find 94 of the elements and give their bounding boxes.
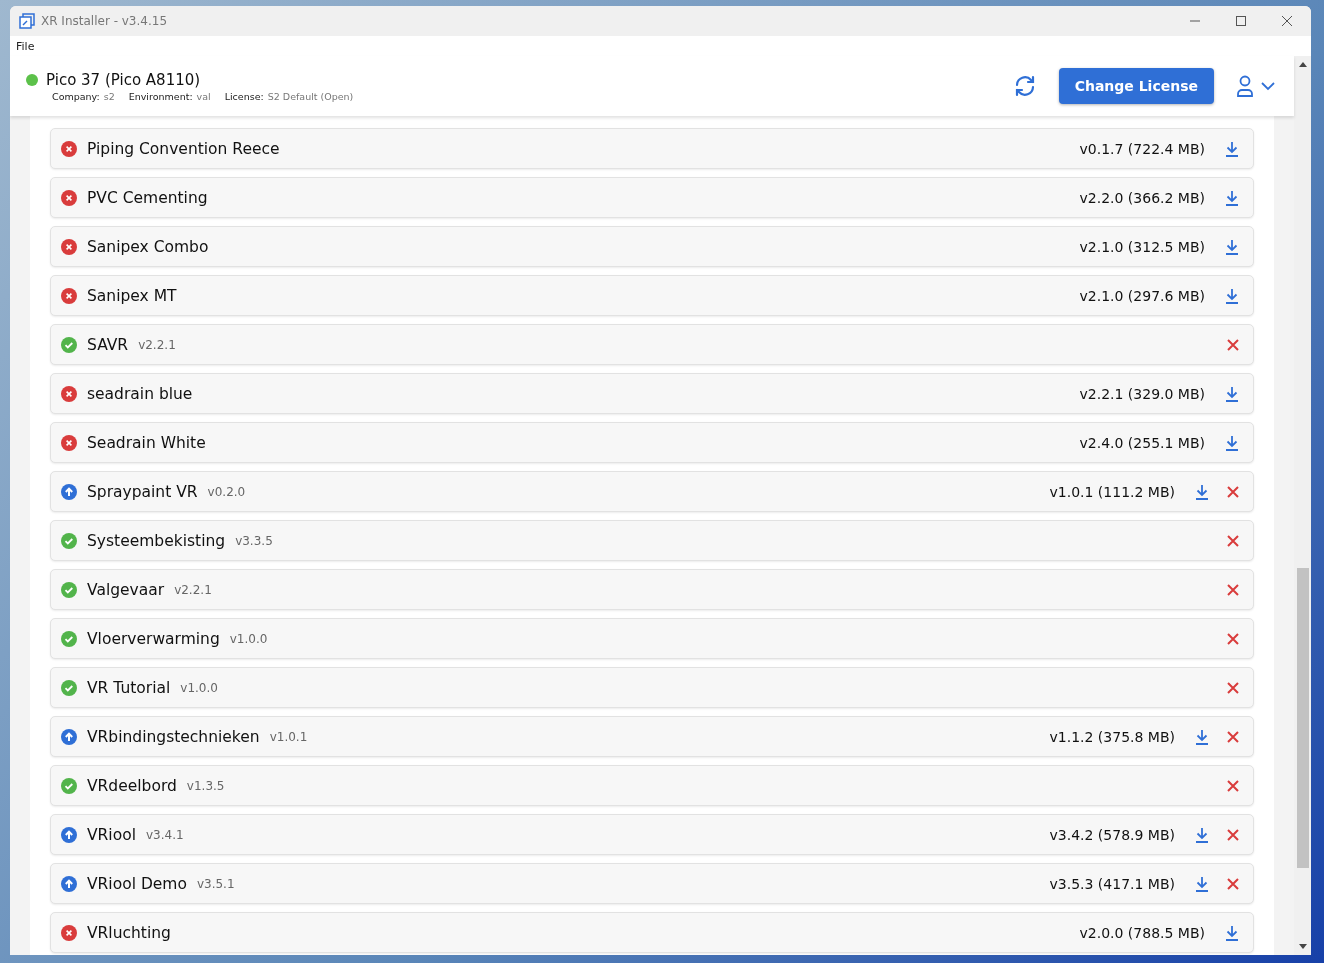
check-circle-icon (61, 532, 77, 549)
check-circle-icon (61, 777, 77, 794)
download-icon[interactable] (1195, 826, 1209, 843)
x-circle-icon (61, 238, 77, 255)
detail-label: License: (224, 90, 264, 102)
download-icon[interactable] (1225, 434, 1239, 451)
available-version: v1.0.1 (111.2 MB) (1049, 483, 1175, 500)
device-name: Pico 37 (Pico A8110) (46, 70, 201, 89)
available-version: v3.5.3 (417.1 MB) (1049, 875, 1175, 892)
app-name: VRluchting (87, 923, 171, 942)
app-name: Valgevaar (87, 580, 165, 599)
app-name: VRbindingstechnieken (87, 727, 260, 746)
scrollbar-thumb[interactable] (1296, 568, 1309, 868)
remove-icon[interactable] (1227, 534, 1239, 547)
x-circle-icon (61, 287, 77, 304)
available-version: v2.2.1 (329.0 MB) (1079, 385, 1205, 402)
maximize-icon[interactable] (1235, 15, 1247, 27)
available-version: v1.1.2 (375.8 MB) (1049, 728, 1175, 745)
available-version: v2.2.0 (366.2 MB) (1079, 189, 1205, 206)
check-circle-icon (61, 336, 77, 353)
check-circle-icon (61, 630, 77, 647)
app-name: SAVR (87, 335, 129, 354)
window-title: XR Installer - v3.4.15 (41, 14, 168, 28)
remove-icon[interactable] (1227, 632, 1239, 645)
available-version: v0.1.7 (722.4 MB) (1079, 140, 1205, 157)
detail-value: S2 Default (Open) (267, 90, 354, 102)
x-circle-icon (61, 434, 77, 451)
available-version: v2.1.0 (297.6 MB) (1079, 287, 1205, 304)
x-circle-icon (61, 189, 77, 206)
remove-icon[interactable] (1227, 779, 1239, 792)
detail-value: s2 (103, 90, 115, 102)
download-icon[interactable] (1225, 385, 1239, 402)
app-name: VRiool Demo (87, 874, 187, 893)
check-circle-icon (61, 581, 77, 598)
available-version: v2.4.0 (255.1 MB) (1079, 434, 1205, 451)
installed-version: v2.2.1 (174, 582, 212, 597)
remove-icon[interactable] (1227, 730, 1239, 743)
download-icon[interactable] (1195, 875, 1209, 892)
installed-version: v3.5.1 (196, 876, 235, 891)
detail-label: Company: (52, 90, 100, 102)
remove-icon[interactable] (1227, 877, 1239, 890)
close-icon[interactable] (1281, 15, 1293, 27)
app-name: Sanipex Combo (87, 237, 209, 256)
app-name: Spraypaint VR (87, 482, 198, 501)
download-icon[interactable] (1225, 924, 1239, 941)
installed-version: v1.0.0 (229, 631, 268, 646)
user-menu-icon[interactable] (1236, 75, 1278, 97)
scrollbar[interactable] (1294, 56, 1311, 955)
detail-value: val (196, 90, 211, 102)
installed-version: v1.0.0 (180, 680, 218, 695)
download-icon[interactable] (1225, 287, 1239, 304)
change-license-button[interactable]: Change License (1058, 68, 1214, 104)
download-icon[interactable] (1195, 483, 1209, 500)
app-name: Sanipex MT (87, 286, 177, 305)
installed-version: v2.2.1 (138, 337, 176, 352)
download-icon[interactable] (1195, 728, 1209, 745)
check-circle-icon (61, 679, 77, 696)
remove-icon[interactable] (1227, 828, 1239, 841)
installed-version: v1.0.1 (269, 729, 308, 744)
app-name: Seadrain White (87, 433, 206, 452)
available-version: v2.1.0 (312.5 MB) (1079, 238, 1205, 255)
download-icon[interactable] (1225, 189, 1239, 206)
app-name: VRiool (87, 825, 136, 844)
app-name: Piping Convention Reece (87, 139, 280, 158)
available-version: v2.0.0 (788.5 MB) (1079, 924, 1205, 941)
remove-icon[interactable] (1227, 338, 1239, 351)
x-circle-icon (61, 385, 77, 402)
app-logo-icon (19, 13, 35, 29)
installed-version: v1.3.5 (186, 778, 225, 793)
app-name: Vloerverwarming (87, 629, 220, 648)
app-name: seadrain blue (87, 384, 193, 403)
menu-item[interactable]: File (16, 39, 35, 53)
download-icon[interactable] (1225, 140, 1239, 157)
scroll-up-icon[interactable] (1298, 61, 1307, 67)
scroll-down-icon[interactable] (1298, 944, 1307, 950)
download-icon[interactable] (1225, 238, 1239, 255)
installed-version: v0.2.0 (207, 484, 246, 499)
app-name: VR Tutorial (87, 678, 171, 697)
remove-icon[interactable] (1227, 485, 1239, 498)
x-circle-icon (61, 924, 77, 941)
x-circle-icon (61, 140, 77, 157)
available-version: v3.4.2 (578.9 MB) (1049, 826, 1175, 843)
app-name: VRdeelbord (87, 776, 177, 795)
up-arrow-circle-icon (61, 875, 77, 892)
remove-icon[interactable] (1227, 583, 1239, 596)
installed-version: v3.4.1 (145, 827, 184, 842)
remove-icon[interactable] (1227, 681, 1239, 694)
detail-label: Environment: (128, 90, 193, 102)
installed-version: v3.3.5 (235, 533, 273, 548)
app-name: Systeembekisting (87, 531, 226, 550)
app-name: PVC Cementing (87, 188, 208, 207)
up-arrow-circle-icon (61, 728, 77, 745)
up-arrow-circle-icon (61, 826, 77, 843)
up-arrow-circle-icon (61, 483, 77, 500)
